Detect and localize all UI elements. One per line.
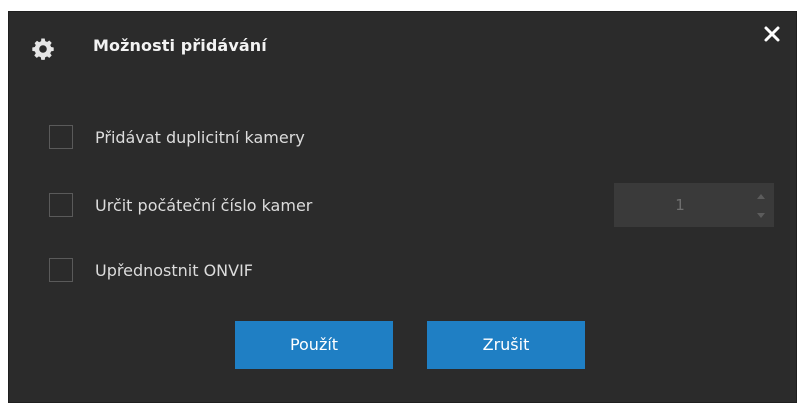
prefer-onvif-label: Upřednostnit ONVIF xyxy=(95,260,254,280)
camera-start-number-stepper[interactable]: 1 xyxy=(614,183,774,227)
option-add-duplicate-cameras[interactable]: Přidávat duplicitní kamery xyxy=(49,124,305,150)
duplicate-cameras-checkbox[interactable] xyxy=(49,125,73,149)
camera-start-number-value[interactable]: 1 xyxy=(614,183,746,227)
cancel-button[interactable]: Zrušit xyxy=(427,321,585,369)
prefer-onvif-checkbox[interactable] xyxy=(49,258,73,282)
apply-button[interactable]: Použít xyxy=(235,321,393,369)
camera-start-number-checkbox[interactable] xyxy=(49,193,73,217)
gear-icon xyxy=(31,37,55,61)
dialog-title-bar: Možnosti přidávání xyxy=(9,12,796,82)
duplicate-cameras-label: Přidávat duplicitní kamery xyxy=(95,127,305,147)
close-icon[interactable] xyxy=(760,22,784,46)
dialog-title: Možnosti přidávání xyxy=(93,36,267,55)
option-prefer-onvif[interactable]: Upřednostnit ONVIF xyxy=(49,257,253,283)
option-camera-start-number[interactable]: Určit počáteční číslo kamer xyxy=(49,192,312,218)
stepper-down-icon[interactable] xyxy=(754,207,768,221)
stepper-up-icon[interactable] xyxy=(754,189,768,203)
add-options-dialog: Možnosti přidávání Přidávat duplicitní k… xyxy=(8,11,797,403)
camera-start-number-label: Určit počáteční číslo kamer xyxy=(95,195,313,215)
